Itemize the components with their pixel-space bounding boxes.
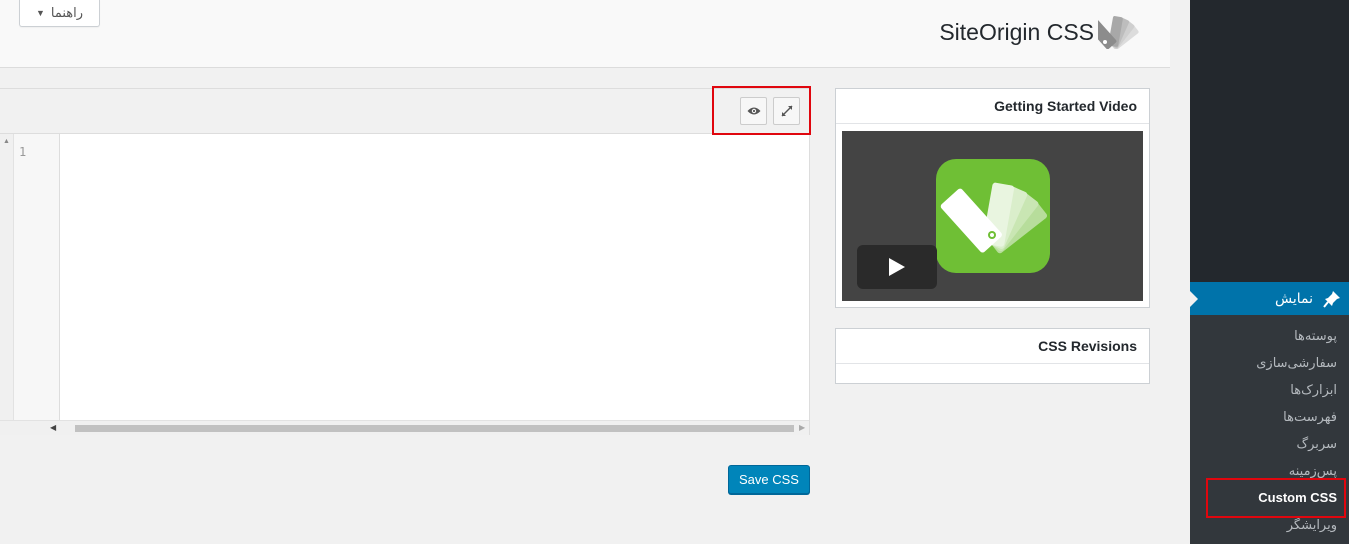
scroll-up-arrow-icon[interactable]: ▲ (3, 138, 10, 145)
siteorigin-app-icon (936, 159, 1050, 273)
preview-button[interactable] (740, 97, 767, 125)
submenu-item-header[interactable]: سربرگ (1297, 436, 1338, 452)
getting-started-panel: Getting Started Video (835, 88, 1150, 308)
code-input[interactable] (61, 134, 809, 420)
help-label: راهنما (50, 5, 84, 20)
panel-title: Getting Started Video (836, 89, 1149, 124)
submenu-item-menus[interactable]: فهرست‌ها (1283, 409, 1337, 425)
admin-sidebar: نمایش پوسته‌ها سفارشی‌سازی ابزارک‌ها فهر… (1190, 0, 1349, 544)
caret-down-icon: ▼ (35, 8, 45, 18)
submenu-item-custom-css[interactable]: Custom CSS (1258, 490, 1337, 505)
css-revisions-panel: CSS Revisions (835, 328, 1150, 384)
css-editor: ▲ 1 ◀ ▶ (0, 88, 810, 435)
current-menu-arrow (1190, 291, 1198, 307)
line-gutter: ▲ 1 (0, 134, 60, 420)
video-player[interactable] (842, 131, 1143, 301)
editor-toolbar (0, 89, 809, 134)
scrollbar-thumb[interactable] (75, 425, 794, 432)
submenu-item-themes[interactable]: پوسته‌ها (1294, 328, 1337, 344)
line-number: 1 (19, 145, 27, 159)
submenu-item-editor[interactable]: ویرایشگر (1287, 517, 1337, 533)
page-header: راهنما ▼ SiteOrigin CSS (0, 0, 1170, 68)
submenu-item-customize[interactable]: سفارشی‌سازی (1256, 355, 1337, 371)
scroll-right-arrow-icon[interactable]: ▶ (799, 423, 805, 432)
scroll-left-arrow-icon[interactable]: ◀ (50, 423, 56, 432)
help-tab-button[interactable]: راهنما ▼ (19, 0, 100, 27)
eye-icon (747, 107, 760, 115)
panel-title: CSS Revisions (836, 329, 1149, 364)
expand-button[interactable] (773, 97, 800, 125)
menu-appearance[interactable]: نمایش (1190, 282, 1349, 315)
horizontal-scrollbar[interactable]: ◀ ▶ (0, 420, 809, 435)
submenu-item-background[interactable]: پس‌زمینه (1289, 463, 1337, 479)
pin-icon (1323, 290, 1340, 308)
appearance-submenu: پوسته‌ها سفارشی‌سازی ابزارک‌ها فهرست‌ها … (1190, 315, 1349, 544)
menu-label: نمایش (1274, 290, 1313, 306)
expand-icon (781, 105, 792, 117)
vertical-scrollbar[interactable]: ▲ (0, 134, 14, 420)
save-css-button[interactable]: Save CSS (728, 465, 810, 494)
siteorigin-logo-icon (1098, 16, 1139, 49)
submenu-item-widgets[interactable]: ابزارک‌ها (1290, 382, 1337, 398)
page-title: SiteOrigin CSS (939, 19, 1094, 45)
play-icon (889, 258, 905, 276)
play-button[interactable] (857, 245, 937, 289)
